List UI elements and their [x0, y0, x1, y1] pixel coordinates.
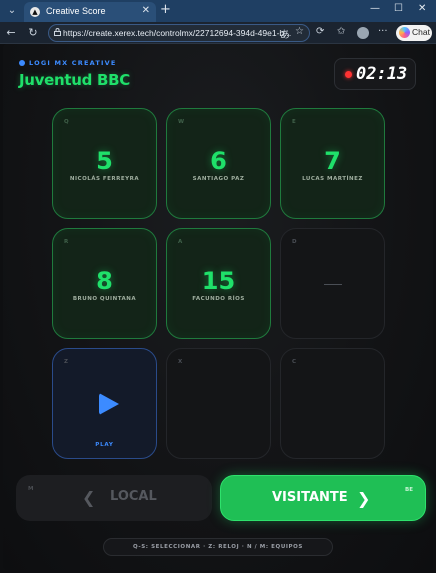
- player-pad[interactable]: W 6 SANTIAGO PAZ: [166, 108, 271, 219]
- back-icon[interactable]: ←: [4, 25, 18, 41]
- refresh-icon[interactable]: ↻: [26, 25, 40, 41]
- pad-key: Q: [64, 119, 69, 125]
- pad-key: A: [178, 239, 183, 245]
- empty-pad[interactable]: C: [280, 348, 385, 459]
- lock-icon: [54, 28, 61, 36]
- pad-key: D: [292, 239, 297, 245]
- visitor-key: BE: [405, 487, 413, 493]
- visitor-label: VISITANTE: [272, 490, 348, 505]
- chat-button[interactable]: Chat: [396, 25, 432, 41]
- chat-label: Chat: [412, 27, 430, 37]
- copilot-icon: [399, 27, 410, 38]
- new-tab-icon[interactable]: +: [160, 2, 171, 17]
- pad-key: C: [292, 359, 297, 365]
- play-icon: [99, 393, 119, 415]
- pad-key: R: [64, 239, 69, 245]
- maximize-icon[interactable]: ☐: [394, 3, 403, 14]
- recording-dot-icon: [345, 71, 352, 78]
- play-pad[interactable]: Z PLAY: [52, 348, 157, 459]
- player-name: SANTIAGO PAZ: [192, 176, 245, 182]
- browser-toolbar: ← ↻ https://create.xerex.tech/controlmx/…: [0, 22, 436, 44]
- empty-dash: [324, 284, 342, 285]
- pad-key: W: [178, 119, 185, 125]
- tab-title: Creative Score: [46, 6, 106, 16]
- player-name: NICOLÁS FERREYRA: [69, 176, 140, 182]
- player-name: LUCAS MARTÍNEZ: [302, 176, 363, 182]
- player-number: 8: [96, 267, 113, 295]
- player-pad[interactable]: Q 5 NICOLÁS FERREYRA: [52, 108, 157, 219]
- translate-icon[interactable]: あ: [280, 26, 290, 41]
- more-menu-icon[interactable]: ···: [378, 26, 388, 37]
- pad-key: Z: [64, 359, 68, 365]
- favorites-icon[interactable]: ✩: [337, 26, 345, 37]
- player-pad[interactable]: A 15 FACUNDO RÍOS: [166, 228, 271, 339]
- favicon-icon: ▲: [30, 7, 40, 17]
- extensions-icon[interactable]: ⟳: [316, 26, 324, 37]
- player-pad[interactable]: R 8 BRUNO QUINTANA: [52, 228, 157, 339]
- scoreboard-app: LOGI MX CREATIVE Juventud BBC 02:13 Q 5 …: [3, 44, 433, 570]
- chevron-right-icon: ❯: [357, 489, 371, 508]
- brand-text: LOGI MX CREATIVE: [29, 59, 117, 67]
- favorite-star-icon[interactable]: ☆: [295, 26, 304, 37]
- empty-player-pad[interactable]: D: [280, 228, 385, 339]
- close-window-icon[interactable]: ✕: [418, 3, 426, 14]
- pad-key: X: [178, 359, 183, 365]
- visitor-team-button[interactable]: BE VISITANTE ❯: [220, 475, 426, 521]
- brand: LOGI MX CREATIVE: [19, 59, 116, 67]
- close-tab-icon[interactable]: ✕: [142, 5, 150, 16]
- tab-actions-icon[interactable]: ⌄: [4, 3, 20, 19]
- player-pad[interactable]: E 7 LUCAS MARTÍNEZ: [280, 108, 385, 219]
- player-name: BRUNO QUINTANA: [72, 296, 137, 302]
- browser-tab-bar: ⌄ ▲ Creative Score ✕ + — ☐ ✕: [0, 0, 436, 22]
- local-team-button[interactable]: M ❮ LOCAL: [16, 475, 212, 521]
- minimize-icon[interactable]: —: [370, 3, 380, 14]
- profile-avatar[interactable]: [357, 27, 369, 39]
- player-number: 6: [210, 147, 227, 175]
- empty-pad[interactable]: X: [166, 348, 271, 459]
- clock-time: 02:13: [356, 64, 408, 84]
- team-name: Juventud BBC: [19, 71, 130, 89]
- player-number: 5: [96, 147, 113, 175]
- browser-tab[interactable]: ▲ Creative Score ✕: [24, 2, 156, 22]
- player-name: FACUNDO RÍOS: [192, 296, 245, 302]
- local-label: LOCAL: [110, 489, 157, 504]
- local-key: M: [28, 486, 34, 492]
- url-text: https://create.xerex.tech/controlmx/2271…: [63, 28, 292, 38]
- chevron-left-icon: ❮: [82, 488, 96, 507]
- player-number: 7: [324, 147, 341, 175]
- pad-key: E: [292, 119, 296, 125]
- address-bar[interactable]: https://create.xerex.tech/controlmx/2271…: [48, 24, 310, 42]
- brand-dot-icon: [19, 60, 25, 66]
- keyboard-hints: Q-S: SELECCIONAR · Z: RELOJ · N / M: EQU…: [103, 538, 333, 556]
- play-label: PLAY: [95, 442, 114, 448]
- player-number: 15: [201, 267, 236, 295]
- game-clock[interactable]: 02:13: [334, 58, 416, 90]
